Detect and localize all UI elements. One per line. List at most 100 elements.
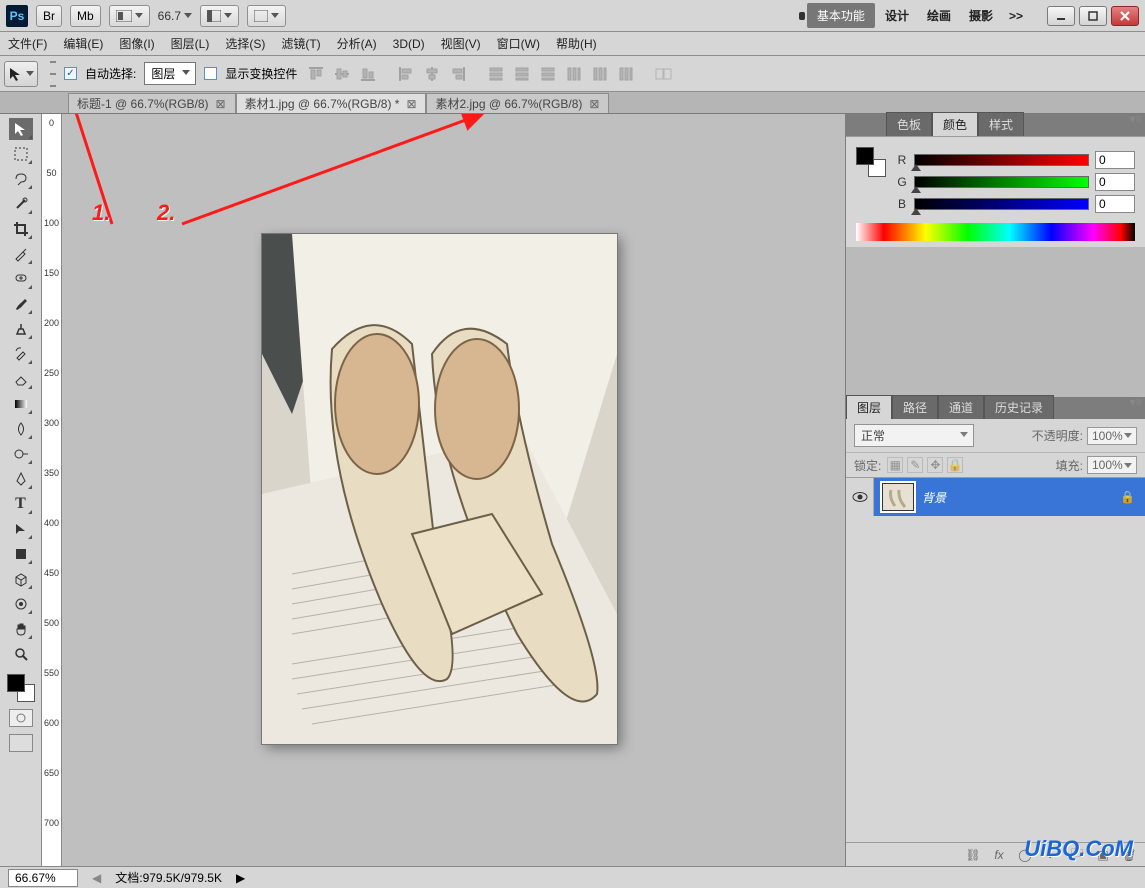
hand-tool[interactable] <box>9 618 33 640</box>
canvas-area[interactable]: 1. 2. <box>62 114 845 866</box>
screen-mode-dropdown[interactable] <box>247 5 286 27</box>
magic-wand-tool[interactable] <box>9 193 33 215</box>
layer-fx-icon[interactable]: fx <box>991 848 1007 862</box>
layer-thumbnail[interactable] <box>882 483 914 511</box>
menu-analysis[interactable]: 分析(A) <box>335 33 379 54</box>
menu-layer[interactable]: 图层(L) <box>169 33 212 54</box>
dist-left-icon[interactable] <box>563 63 585 85</box>
bridge-button[interactable]: Br <box>36 5 62 27</box>
tab-swatches[interactable]: 色板 <box>886 112 932 136</box>
auto-align-icon[interactable] <box>653 63 675 85</box>
tab-layers[interactable]: 图层 <box>846 395 892 419</box>
menu-filter[interactable]: 滤镜(T) <box>279 33 322 54</box>
vertical-ruler[interactable]: 0 50 100 150 200 250 300 350 400 450 500… <box>42 114 62 866</box>
brush-tool[interactable] <box>9 293 33 315</box>
zoom-level-dropdown[interactable]: 66.7 <box>158 9 192 23</box>
dist-top-icon[interactable] <box>485 63 507 85</box>
tab-close-icon[interactable]: ⊠ <box>215 98 227 110</box>
dodge-tool[interactable] <box>9 443 33 465</box>
history-brush-tool[interactable] <box>9 343 33 365</box>
eraser-tool[interactable] <box>9 368 33 390</box>
workspace-design[interactable]: 设计 <box>877 7 917 24</box>
color-swatches[interactable] <box>7 674 35 702</box>
pen-tool[interactable] <box>9 468 33 490</box>
layer-name[interactable]: 背景 <box>922 489 946 506</box>
zoom-input[interactable]: 66.67% <box>8 869 78 887</box>
fill-input[interactable]: 100% <box>1087 456 1137 474</box>
show-transform-checkbox[interactable]: ✓ <box>204 67 217 80</box>
quickmask-toggle[interactable] <box>9 709 33 727</box>
visibility-toggle[interactable] <box>846 478 874 516</box>
minibridge-button[interactable]: Mb <box>70 5 101 27</box>
layer-list[interactable]: 背景 🔒 <box>846 477 1145 842</box>
r-value-input[interactable]: 0 <box>1095 151 1135 169</box>
gradient-tool[interactable] <box>9 393 33 415</box>
dist-right-icon[interactable] <box>615 63 637 85</box>
healing-brush-tool[interactable] <box>9 268 33 290</box>
align-top-icon[interactable] <box>305 63 327 85</box>
document-tab[interactable]: 标题-1 @ 66.7%(RGB/8) ⊠ <box>68 93 236 113</box>
layer-row[interactable]: 背景 🔒 <box>846 478 1145 516</box>
dist-hcenter-icon[interactable] <box>589 63 611 85</box>
opacity-input[interactable]: 100% <box>1087 427 1137 445</box>
shape-tool[interactable] <box>9 543 33 565</box>
current-tool-chip[interactable] <box>4 61 38 87</box>
lock-transparent-icon[interactable]: ▦ <box>887 457 903 473</box>
zoom-tool[interactable] <box>9 643 33 665</box>
panel-menu-icon[interactable]: ▾≡ <box>1127 397 1145 407</box>
tab-color[interactable]: 颜色 <box>932 112 978 136</box>
align-vcenter-icon[interactable] <box>331 63 353 85</box>
workspace-paint[interactable]: 绘画 <box>919 7 959 24</box>
lasso-tool[interactable] <box>9 168 33 190</box>
blur-tool[interactable] <box>9 418 33 440</box>
align-hcenter-icon[interactable] <box>421 63 443 85</box>
screen-arrangement-dropdown[interactable] <box>109 5 150 27</box>
type-tool[interactable]: T <box>9 493 33 515</box>
status-menu-icon[interactable]: ▶ <box>236 871 245 885</box>
workspace-switcher[interactable]: 基本功能 设计 绘画 摄影 >> <box>799 3 1029 28</box>
tab-paths[interactable]: 路径 <box>892 395 938 419</box>
tab-close-icon[interactable]: ⊠ <box>405 98 417 110</box>
auto-select-target-dropdown[interactable]: 图层 <box>144 62 196 85</box>
auto-select-checkbox[interactable]: ✓ <box>64 67 77 80</box>
crop-tool[interactable] <box>9 218 33 240</box>
screenmode-button[interactable] <box>9 734 33 752</box>
b-slider[interactable] <box>914 198 1089 210</box>
clone-stamp-tool[interactable] <box>9 318 33 340</box>
panel-color-swatches[interactable] <box>856 147 886 177</box>
document-canvas[interactable] <box>262 234 617 744</box>
link-layers-icon[interactable]: ⛓ <box>965 848 981 862</box>
menu-edit[interactable]: 编辑(E) <box>61 33 105 54</box>
color-spectrum-bar[interactable] <box>856 223 1135 241</box>
align-left-icon[interactable] <box>395 63 417 85</box>
menu-file[interactable]: 文件(F) <box>6 33 49 54</box>
document-tab[interactable]: 素材1.jpg @ 66.7%(RGB/8) * ⊠ <box>236 93 427 113</box>
menu-view[interactable]: 视图(V) <box>439 33 483 54</box>
g-slider[interactable] <box>914 176 1089 188</box>
g-value-input[interactable]: 0 <box>1095 173 1135 191</box>
lock-move-icon[interactable]: ✥ <box>927 457 943 473</box>
align-right-icon[interactable] <box>447 63 469 85</box>
minimize-button[interactable] <box>1047 6 1075 26</box>
tab-channels[interactable]: 通道 <box>938 395 984 419</box>
foreground-swatch[interactable] <box>7 674 25 692</box>
maximize-button[interactable] <box>1079 6 1107 26</box>
document-tab[interactable]: 素材2.jpg @ 66.7%(RGB/8) ⊠ <box>426 93 609 113</box>
3d-tool[interactable] <box>9 568 33 590</box>
align-bottom-icon[interactable] <box>357 63 379 85</box>
dist-bottom-icon[interactable] <box>537 63 559 85</box>
workspace-more[interactable]: >> <box>1003 9 1029 23</box>
path-select-tool[interactable] <box>9 518 33 540</box>
menu-image[interactable]: 图像(I) <box>117 33 156 54</box>
marquee-tool[interactable] <box>9 143 33 165</box>
menu-select[interactable]: 选择(S) <box>223 33 267 54</box>
panel-menu-icon[interactable]: ▾≡ <box>1127 114 1145 124</box>
3d-camera-tool[interactable] <box>9 593 33 615</box>
dist-vcenter-icon[interactable] <box>511 63 533 85</box>
b-value-input[interactable]: 0 <box>1095 195 1135 213</box>
menu-window[interactable]: 窗口(W) <box>495 33 542 54</box>
eyedropper-tool[interactable] <box>9 243 33 265</box>
close-button[interactable] <box>1111 6 1139 26</box>
lock-paint-icon[interactable]: ✎ <box>907 457 923 473</box>
view-extras-dropdown[interactable] <box>200 5 239 27</box>
